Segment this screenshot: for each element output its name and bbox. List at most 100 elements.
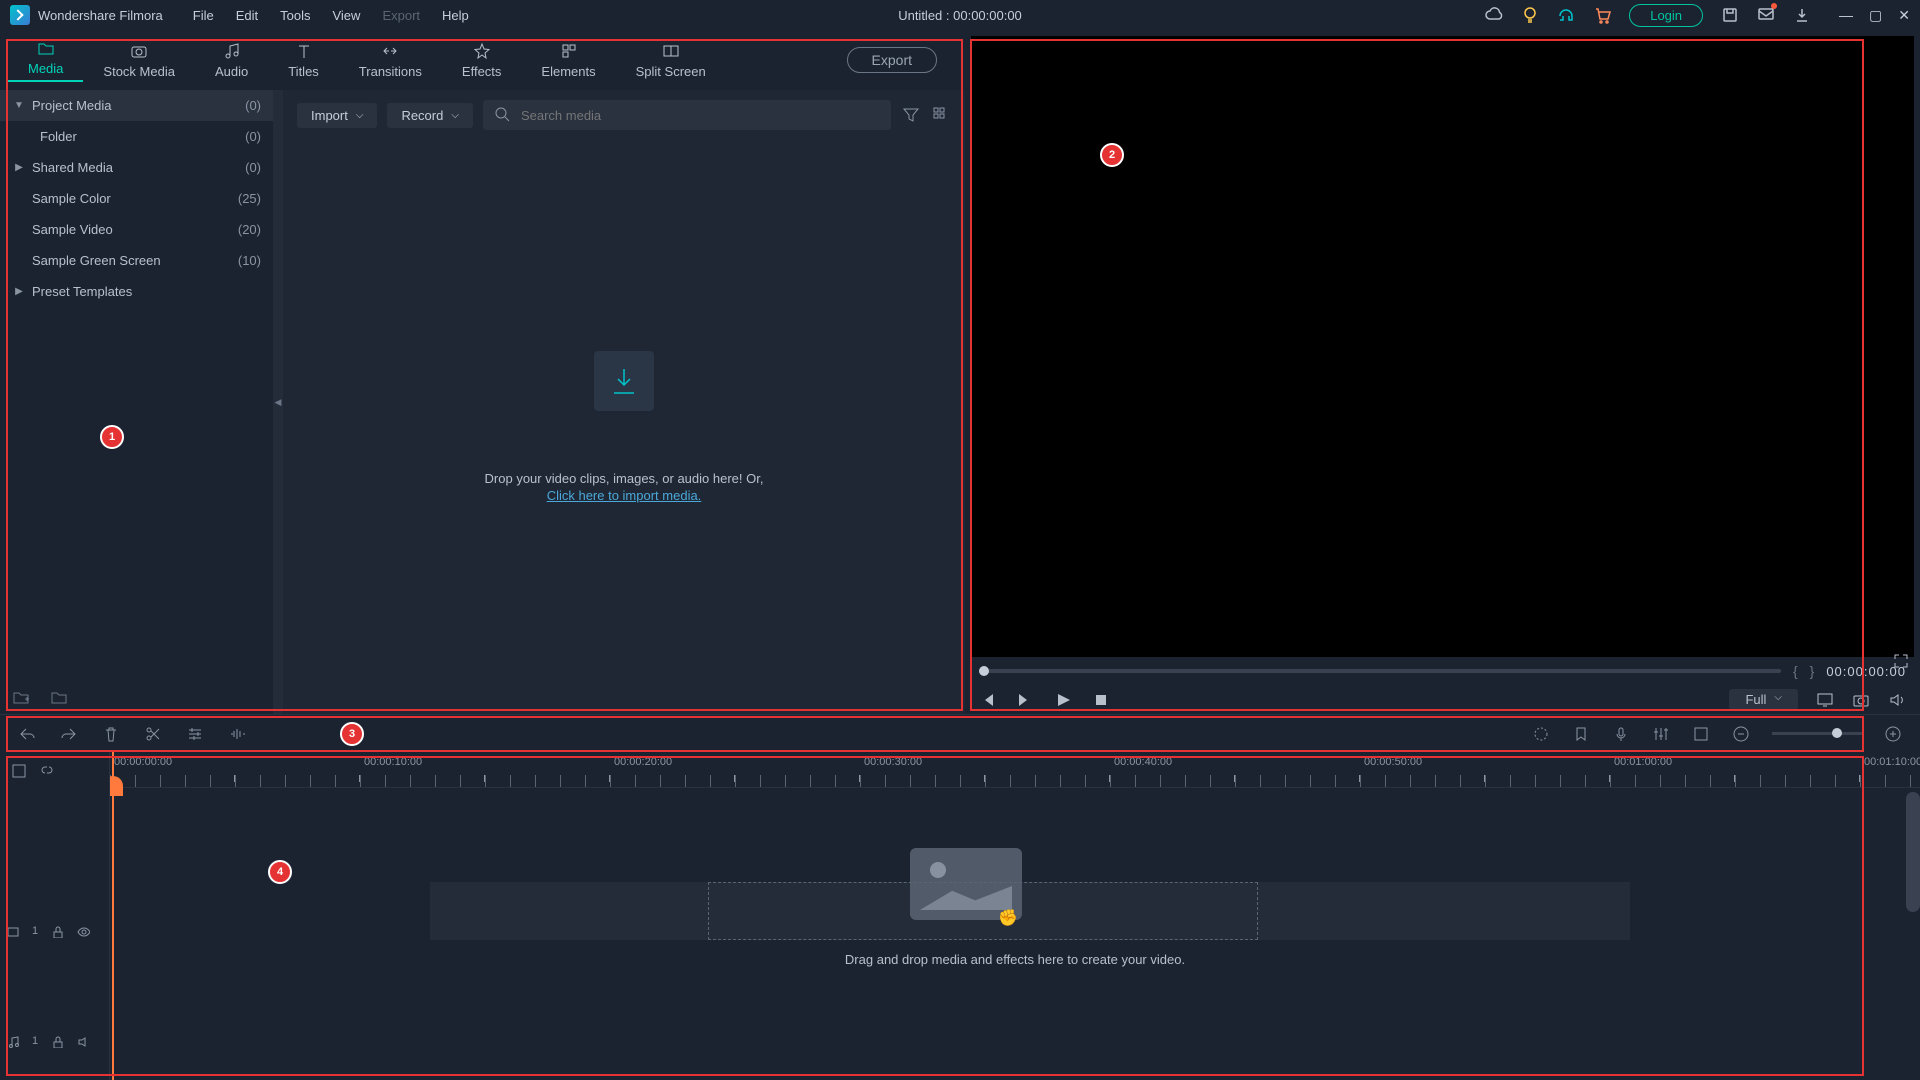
sidebar-item-preset-templates[interactable]: ▶ Preset Templates xyxy=(0,276,273,307)
volume-icon[interactable] xyxy=(1888,691,1906,709)
close-button[interactable]: ✕ xyxy=(1898,7,1910,24)
menu-edit[interactable]: Edit xyxy=(236,8,258,23)
music-icon xyxy=(223,42,241,60)
import-link[interactable]: Click here to import media. xyxy=(547,488,702,503)
tab-effects[interactable]: Effects xyxy=(442,42,522,79)
video-track-icon xyxy=(6,924,20,938)
timeline-ruler[interactable]: 00:00:00:00 00:00:10:00 00:00:20:00 00:0… xyxy=(110,752,1920,788)
idea-icon[interactable] xyxy=(1521,6,1539,24)
save-icon[interactable] xyxy=(1721,6,1739,24)
track-options-icon[interactable] xyxy=(10,762,26,778)
tab-audio[interactable]: Audio xyxy=(195,42,268,79)
menu-tools[interactable]: Tools xyxy=(280,8,310,23)
next-frame-button[interactable] xyxy=(1017,692,1033,708)
adjust-button[interactable] xyxy=(186,725,204,743)
split-button[interactable] xyxy=(144,725,162,743)
eye-icon[interactable] xyxy=(76,924,90,938)
search-box[interactable] xyxy=(483,100,891,130)
menu-export[interactable]: Export xyxy=(382,8,420,23)
folder-icon[interactable] xyxy=(50,688,68,706)
expand-icon[interactable]: ▶ xyxy=(12,162,26,173)
crop-icon[interactable] xyxy=(1692,725,1710,743)
tab-titles[interactable]: Titles xyxy=(268,42,339,79)
mixer-icon[interactable] xyxy=(1652,725,1670,743)
messages-icon[interactable] xyxy=(1757,5,1775,26)
cart-icon[interactable] xyxy=(1593,6,1611,24)
sidebar-item-shared-media[interactable]: ▶ Shared Media (0) xyxy=(0,152,273,183)
marker-icon[interactable] xyxy=(1572,725,1590,743)
tab-effects-label: Effects xyxy=(462,64,502,79)
quality-dropdown[interactable]: Full xyxy=(1729,689,1798,710)
sidebar-item-folder[interactable]: Folder (0) xyxy=(0,121,273,152)
redo-button[interactable] xyxy=(60,725,78,743)
maximize-button[interactable]: ▢ xyxy=(1869,7,1882,24)
playhead[interactable] xyxy=(112,752,114,1080)
new-folder-icon[interactable] xyxy=(12,688,30,706)
record-dropdown[interactable]: Record xyxy=(387,103,473,128)
zoom-in-icon[interactable] xyxy=(1884,725,1902,743)
voiceover-icon[interactable] xyxy=(1612,725,1630,743)
undo-button[interactable] xyxy=(18,725,36,743)
timeline-panel: 1 1 00:00:00:00 00:00:10:00 00:00:20:00 … xyxy=(0,752,1920,1080)
sidebar-item-sample-color[interactable]: Sample Color (25) xyxy=(0,183,273,214)
snapshot-icon[interactable] xyxy=(1852,691,1870,709)
sidebar-item-sample-green-screen[interactable]: Sample Green Screen (10) xyxy=(0,245,273,276)
minimize-button[interactable]: — xyxy=(1839,7,1853,24)
login-button[interactable]: Login xyxy=(1629,4,1703,27)
render-button[interactable] xyxy=(1532,725,1550,743)
audio-adjust-button[interactable] xyxy=(228,725,246,743)
expand-icon[interactable]: ▶ xyxy=(12,286,26,297)
menu-help[interactable]: Help xyxy=(442,8,469,23)
fullscreen-icon[interactable] xyxy=(1892,652,1910,670)
mute-icon[interactable] xyxy=(76,1034,90,1048)
sidebar-item-sample-video[interactable]: Sample Video (20) xyxy=(0,214,273,245)
lock-icon[interactable] xyxy=(50,1034,64,1048)
display-icon[interactable] xyxy=(1816,691,1834,709)
media-panel: Media Stock Media Audio Titles Transitio… xyxy=(0,30,965,714)
ruler-tick: 00:00:30:00 xyxy=(864,756,922,768)
mark-in-button[interactable]: { xyxy=(1793,663,1798,679)
search-input[interactable] xyxy=(521,108,881,123)
timeline-body[interactable]: 00:00:00:00 00:00:10:00 00:00:20:00 00:0… xyxy=(110,752,1920,1080)
tab-media[interactable]: Media xyxy=(8,39,83,82)
audio-track-header[interactable]: 1 xyxy=(6,1034,90,1048)
import-dropdown[interactable]: Import xyxy=(297,103,377,128)
preview-scrubber[interactable] xyxy=(979,669,1781,673)
main-menu: File Edit Tools View Export Help xyxy=(193,8,469,23)
ruler-tick: 00:00:10:00 xyxy=(364,756,422,768)
play-button[interactable] xyxy=(1055,692,1071,708)
tab-transitions[interactable]: Transitions xyxy=(339,42,442,79)
export-button[interactable]: Export xyxy=(847,47,937,73)
filter-icon[interactable] xyxy=(901,105,921,125)
stop-button[interactable] xyxy=(1093,692,1109,708)
ruler-tick: 00:01:10:00 xyxy=(1864,756,1920,768)
tab-stock-media[interactable]: Stock Media xyxy=(83,42,195,79)
tab-split-screen[interactable]: Split Screen xyxy=(616,42,726,79)
media-tabs: Media Stock Media Audio Titles Transitio… xyxy=(0,30,965,90)
cloud-icon[interactable] xyxy=(1485,6,1503,24)
sidebar-item-project-media[interactable]: ▼ Project Media (0) xyxy=(0,90,273,121)
lock-icon[interactable] xyxy=(50,924,64,938)
collapse-sidebar-button[interactable]: ◀ xyxy=(273,90,283,714)
zoom-slider[interactable] xyxy=(1772,732,1862,735)
video-preview[interactable] xyxy=(971,36,1914,657)
zoom-out-icon[interactable] xyxy=(1732,725,1750,743)
headset-icon[interactable] xyxy=(1557,6,1575,24)
tab-elements[interactable]: Elements xyxy=(521,42,615,79)
menu-view[interactable]: View xyxy=(332,8,360,23)
timeline-scrollbar[interactable] xyxy=(1906,792,1920,912)
ruler-tick: 00:00:40:00 xyxy=(1114,756,1172,768)
media-dropzone[interactable]: Drop your video clips, images, or audio … xyxy=(283,140,965,714)
grid-view-icon[interactable] xyxy=(931,105,951,125)
menu-file[interactable]: File xyxy=(193,8,214,23)
link-icon[interactable] xyxy=(38,762,54,778)
tab-stock-label: Stock Media xyxy=(103,64,175,79)
media-content: Import Record Drop your video clips, ima… xyxy=(283,90,965,714)
prev-frame-button[interactable] xyxy=(979,692,995,708)
delete-button[interactable] xyxy=(102,725,120,743)
project-title: Untitled : 00:00:00:00 xyxy=(898,8,1022,23)
download-icon[interactable] xyxy=(1793,6,1811,24)
video-track-header[interactable]: 1 xyxy=(6,924,90,938)
expand-icon[interactable]: ▼ xyxy=(12,100,26,111)
mark-out-button[interactable]: } xyxy=(1810,663,1815,679)
